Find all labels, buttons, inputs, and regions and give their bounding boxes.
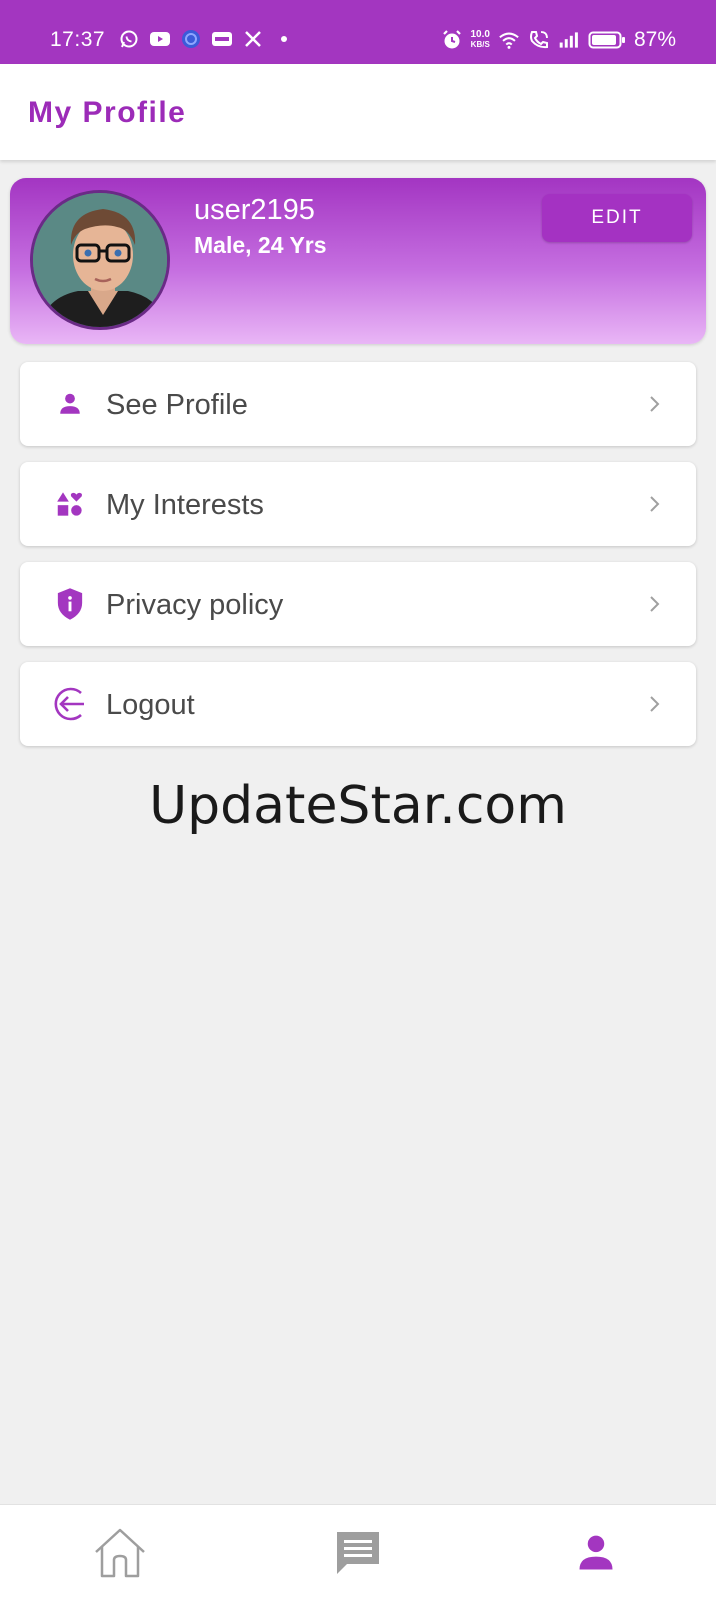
user-details: Male, 24 Yrs	[194, 232, 327, 258]
shield-icon	[50, 584, 90, 624]
profile-card: user2195 Male, 24 Yrs EDIT	[10, 178, 706, 344]
menu-item-label: Logout	[106, 689, 195, 721]
network-speed: 10.0 KB/S	[471, 30, 490, 50]
chat-icon	[333, 1528, 383, 1583]
bottom-navigation	[0, 1504, 716, 1600]
notification-icons	[118, 28, 295, 50]
alarm-icon	[441, 29, 463, 51]
signal-icon	[558, 29, 580, 51]
interests-icon	[50, 484, 90, 524]
chevron-right-icon	[642, 492, 666, 516]
youtube-icon	[149, 28, 171, 50]
nav-profile-button[interactable]	[566, 1525, 626, 1585]
network-speed-value: 10.0	[470, 29, 490, 40]
logout-icon	[50, 684, 90, 724]
menu-item-label: See Profile	[106, 389, 248, 421]
nav-home-button[interactable]	[90, 1525, 150, 1585]
browser-icon	[180, 28, 202, 50]
x-icon	[242, 28, 264, 50]
username: user2195	[194, 194, 315, 226]
nav-chat-button[interactable]	[328, 1525, 388, 1585]
whatsapp-icon	[118, 28, 140, 50]
menu-item-see-profile[interactable]: See Profile	[20, 362, 696, 446]
edit-profile-button[interactable]: EDIT	[542, 194, 692, 242]
status-bar: 17:37 10.0 KB/S 87%	[0, 0, 716, 64]
profile-icon	[574, 1531, 618, 1580]
chevron-right-icon	[642, 392, 666, 416]
watermark-text: UpdateStar.com	[149, 776, 567, 836]
menu-item-label: My Interests	[106, 489, 264, 521]
battery-percent: 87%	[633, 28, 676, 51]
menu-item-logout[interactable]: Logout	[20, 662, 696, 746]
network-speed-unit: KB/S	[470, 40, 490, 49]
system-icons: 10.0 KB/S 87%	[441, 28, 676, 52]
avatar[interactable]	[30, 190, 170, 330]
status-time: 17:37	[50, 28, 106, 51]
chevron-right-icon	[642, 592, 666, 616]
wifi-icon	[498, 29, 520, 51]
chevron-right-icon	[642, 692, 666, 716]
home-icon	[92, 1526, 148, 1585]
wifi-calling-icon	[528, 29, 550, 51]
menu-item-privacy-policy[interactable]: Privacy policy	[20, 562, 696, 646]
dot-icon	[273, 28, 295, 50]
page-title: My Profile	[28, 96, 187, 129]
menu-item-label: Privacy policy	[106, 589, 284, 621]
battery-icon	[588, 29, 626, 51]
app-bar: My Profile	[0, 64, 716, 160]
paytm-icon	[211, 28, 233, 50]
person-icon	[50, 384, 90, 424]
menu-item-my-interests[interactable]: My Interests	[20, 462, 696, 546]
